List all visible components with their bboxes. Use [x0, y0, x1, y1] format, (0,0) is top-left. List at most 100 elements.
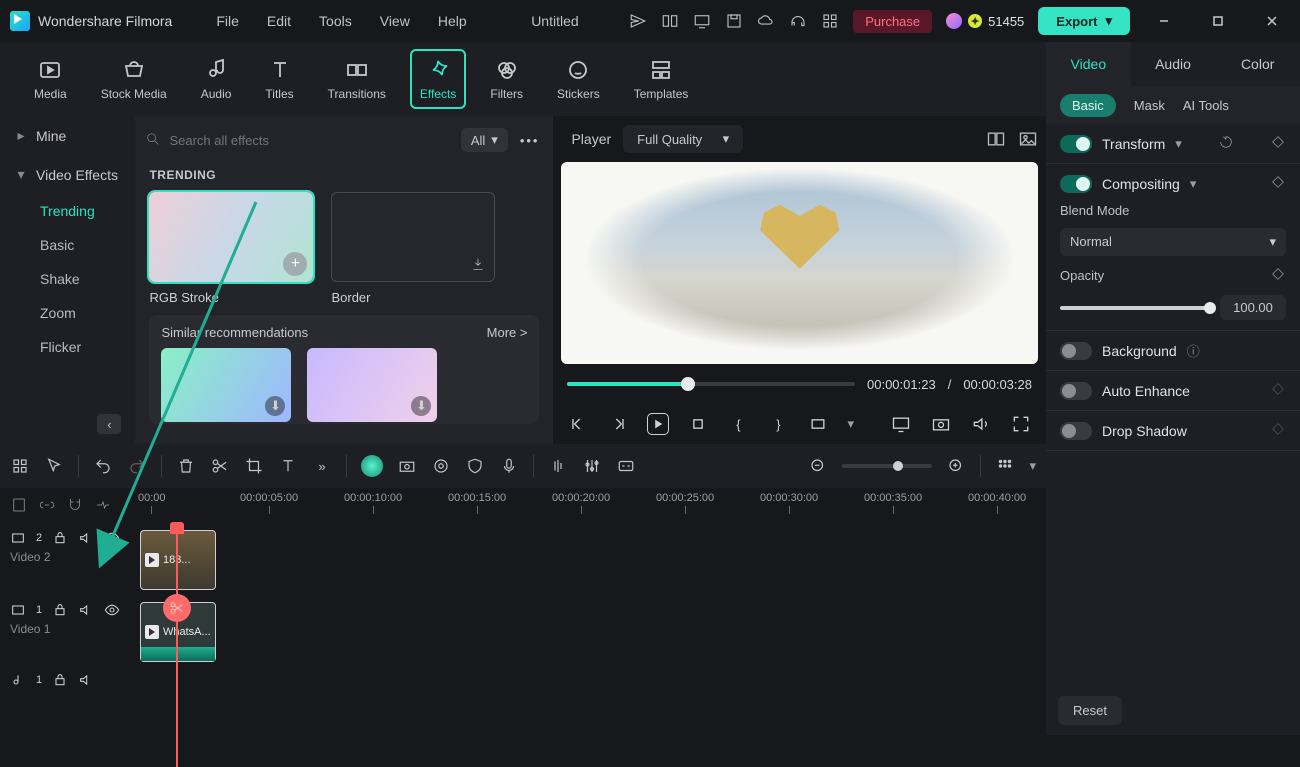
tracks-area[interactable]: 183... WhatsA... — [136, 522, 1046, 735]
crop-icon[interactable] — [244, 456, 264, 476]
more-menu[interactable]: ••• — [516, 133, 544, 148]
zoom-in-icon[interactable] — [946, 456, 966, 476]
layout-icon[interactable] — [661, 12, 679, 30]
keyframe-icon[interactable] — [1270, 174, 1286, 193]
reset-icon[interactable] — [1218, 134, 1234, 153]
cloud-icon[interactable] — [757, 12, 775, 30]
preview-canvas[interactable] — [561, 162, 1038, 364]
blend-mode-select[interactable]: Normal▾ — [1060, 228, 1286, 256]
download-icon[interactable]: ⬇ — [411, 396, 431, 416]
quality-dropdown[interactable]: Full Quality▾ — [623, 125, 743, 153]
similar-item[interactable]: ⬇ — [161, 348, 291, 422]
menu-edit[interactable]: Edit — [253, 13, 305, 29]
mask-icon[interactable] — [431, 456, 451, 476]
insp-sub-mask[interactable]: Mask — [1134, 98, 1165, 113]
coin-balance[interactable]: ✦ 51455 — [946, 13, 1024, 29]
more-tools-icon[interactable]: » — [312, 456, 332, 476]
download-icon[interactable] — [470, 256, 486, 275]
mute-icon[interactable] — [78, 530, 94, 546]
scrub-track[interactable] — [567, 382, 855, 386]
picture-icon[interactable] — [1018, 129, 1038, 149]
eye-icon[interactable] — [104, 602, 120, 618]
camera-icon[interactable] — [397, 456, 417, 476]
tab-titles[interactable]: Titles — [255, 49, 303, 109]
keyframe-icon[interactable] — [1270, 266, 1286, 285]
headphones-icon[interactable] — [789, 12, 807, 30]
monitor-icon[interactable] — [693, 12, 711, 30]
prev-frame-button[interactable] — [567, 413, 589, 435]
nav-sub-shake[interactable]: Shake — [0, 262, 135, 296]
window-maximize[interactable] — [1198, 6, 1238, 36]
tab-filters[interactable]: Filters — [480, 49, 533, 109]
reset-button[interactable]: Reset — [1058, 696, 1122, 725]
mark-out-icon[interactable]: } — [767, 413, 789, 435]
nav-sub-basic[interactable]: Basic — [0, 228, 135, 262]
play-button[interactable] — [647, 413, 669, 435]
auto-ripple-icon[interactable] — [94, 496, 112, 514]
nav-mine[interactable]: ▸Mine — [0, 116, 135, 155]
tab-media[interactable]: Media — [24, 49, 77, 109]
nav-video-effects[interactable]: ▾Video Effects — [0, 155, 135, 194]
collapse-nav-button[interactable]: ‹ — [97, 414, 121, 434]
mute-icon[interactable] — [78, 602, 94, 618]
zoom-out-icon[interactable] — [808, 456, 828, 476]
snapshot-icon[interactable] — [930, 413, 952, 435]
fullscreen-icon[interactable] — [1010, 413, 1032, 435]
insp-tab-color[interactable]: Color — [1215, 42, 1300, 86]
link-icon[interactable] — [38, 496, 56, 514]
clip-v2[interactable]: 183... — [140, 530, 216, 590]
apps-icon[interactable] — [821, 12, 839, 30]
audio-sync-icon[interactable] — [548, 456, 568, 476]
mixer-icon[interactable] — [582, 456, 602, 476]
insp-tab-video[interactable]: Video — [1046, 42, 1131, 86]
tab-stickers[interactable]: Stickers — [547, 49, 610, 109]
time-ruler[interactable]: 00:00 00:00:05:00 00:00:10:00 00:00:15:0… — [136, 488, 1046, 522]
tab-transitions[interactable]: Transitions — [318, 49, 396, 109]
window-minimize[interactable] — [1144, 6, 1184, 36]
insp-sub-basic[interactable]: Basic — [1060, 94, 1116, 117]
lock-icon[interactable] — [52, 672, 68, 688]
transform-toggle[interactable] — [1060, 135, 1092, 153]
background-toggle[interactable] — [1060, 342, 1092, 360]
stop-button[interactable] — [687, 413, 709, 435]
lock-icon[interactable] — [52, 602, 68, 618]
caption-icon[interactable] — [616, 456, 636, 476]
nav-sub-trending[interactable]: Trending — [0, 194, 135, 228]
scissors-icon[interactable] — [210, 456, 230, 476]
drop-shadow-toggle[interactable] — [1060, 422, 1092, 440]
track-options-icon[interactable] — [995, 456, 1015, 476]
marker-icon[interactable] — [10, 496, 28, 514]
redo-icon[interactable] — [127, 456, 147, 476]
shield-icon[interactable] — [465, 456, 485, 476]
purchase-button[interactable]: Purchase — [853, 10, 932, 33]
scrub-knob[interactable] — [681, 377, 695, 391]
effect-rgb-stroke[interactable]: + RGB Stroke — [149, 192, 313, 305]
mark-in-icon[interactable]: { — [727, 413, 749, 435]
trash-icon[interactable] — [176, 456, 196, 476]
window-close[interactable] — [1252, 6, 1292, 36]
nav-sub-flicker[interactable]: Flicker — [0, 330, 135, 364]
compositing-toggle[interactable] — [1060, 175, 1092, 193]
undo-icon[interactable] — [93, 456, 113, 476]
grid-icon[interactable] — [10, 456, 30, 476]
similar-item[interactable]: ⬇ — [307, 348, 437, 422]
filter-dropdown[interactable]: All▾ — [461, 128, 508, 152]
tab-templates[interactable]: Templates — [624, 49, 699, 109]
mute-icon[interactable] — [78, 672, 94, 688]
send-icon[interactable] — [629, 12, 647, 30]
insp-tab-audio[interactable]: Audio — [1131, 42, 1216, 86]
opacity-slider[interactable] — [1060, 306, 1210, 310]
pointer-icon[interactable] — [44, 456, 64, 476]
next-frame-button[interactable] — [607, 413, 629, 435]
auto-enhance-toggle[interactable] — [1060, 382, 1092, 400]
menu-view[interactable]: View — [366, 13, 424, 29]
split-button[interactable] — [163, 594, 191, 622]
text-icon[interactable] — [278, 456, 298, 476]
zoom-slider[interactable] — [842, 464, 932, 468]
search-input[interactable] — [169, 133, 452, 148]
tab-stock-media[interactable]: Stock Media — [91, 49, 177, 109]
ratio-dropdown[interactable] — [807, 413, 829, 435]
menu-file[interactable]: File — [202, 13, 253, 29]
menu-tools[interactable]: Tools — [305, 13, 366, 29]
nav-sub-zoom[interactable]: Zoom — [0, 296, 135, 330]
